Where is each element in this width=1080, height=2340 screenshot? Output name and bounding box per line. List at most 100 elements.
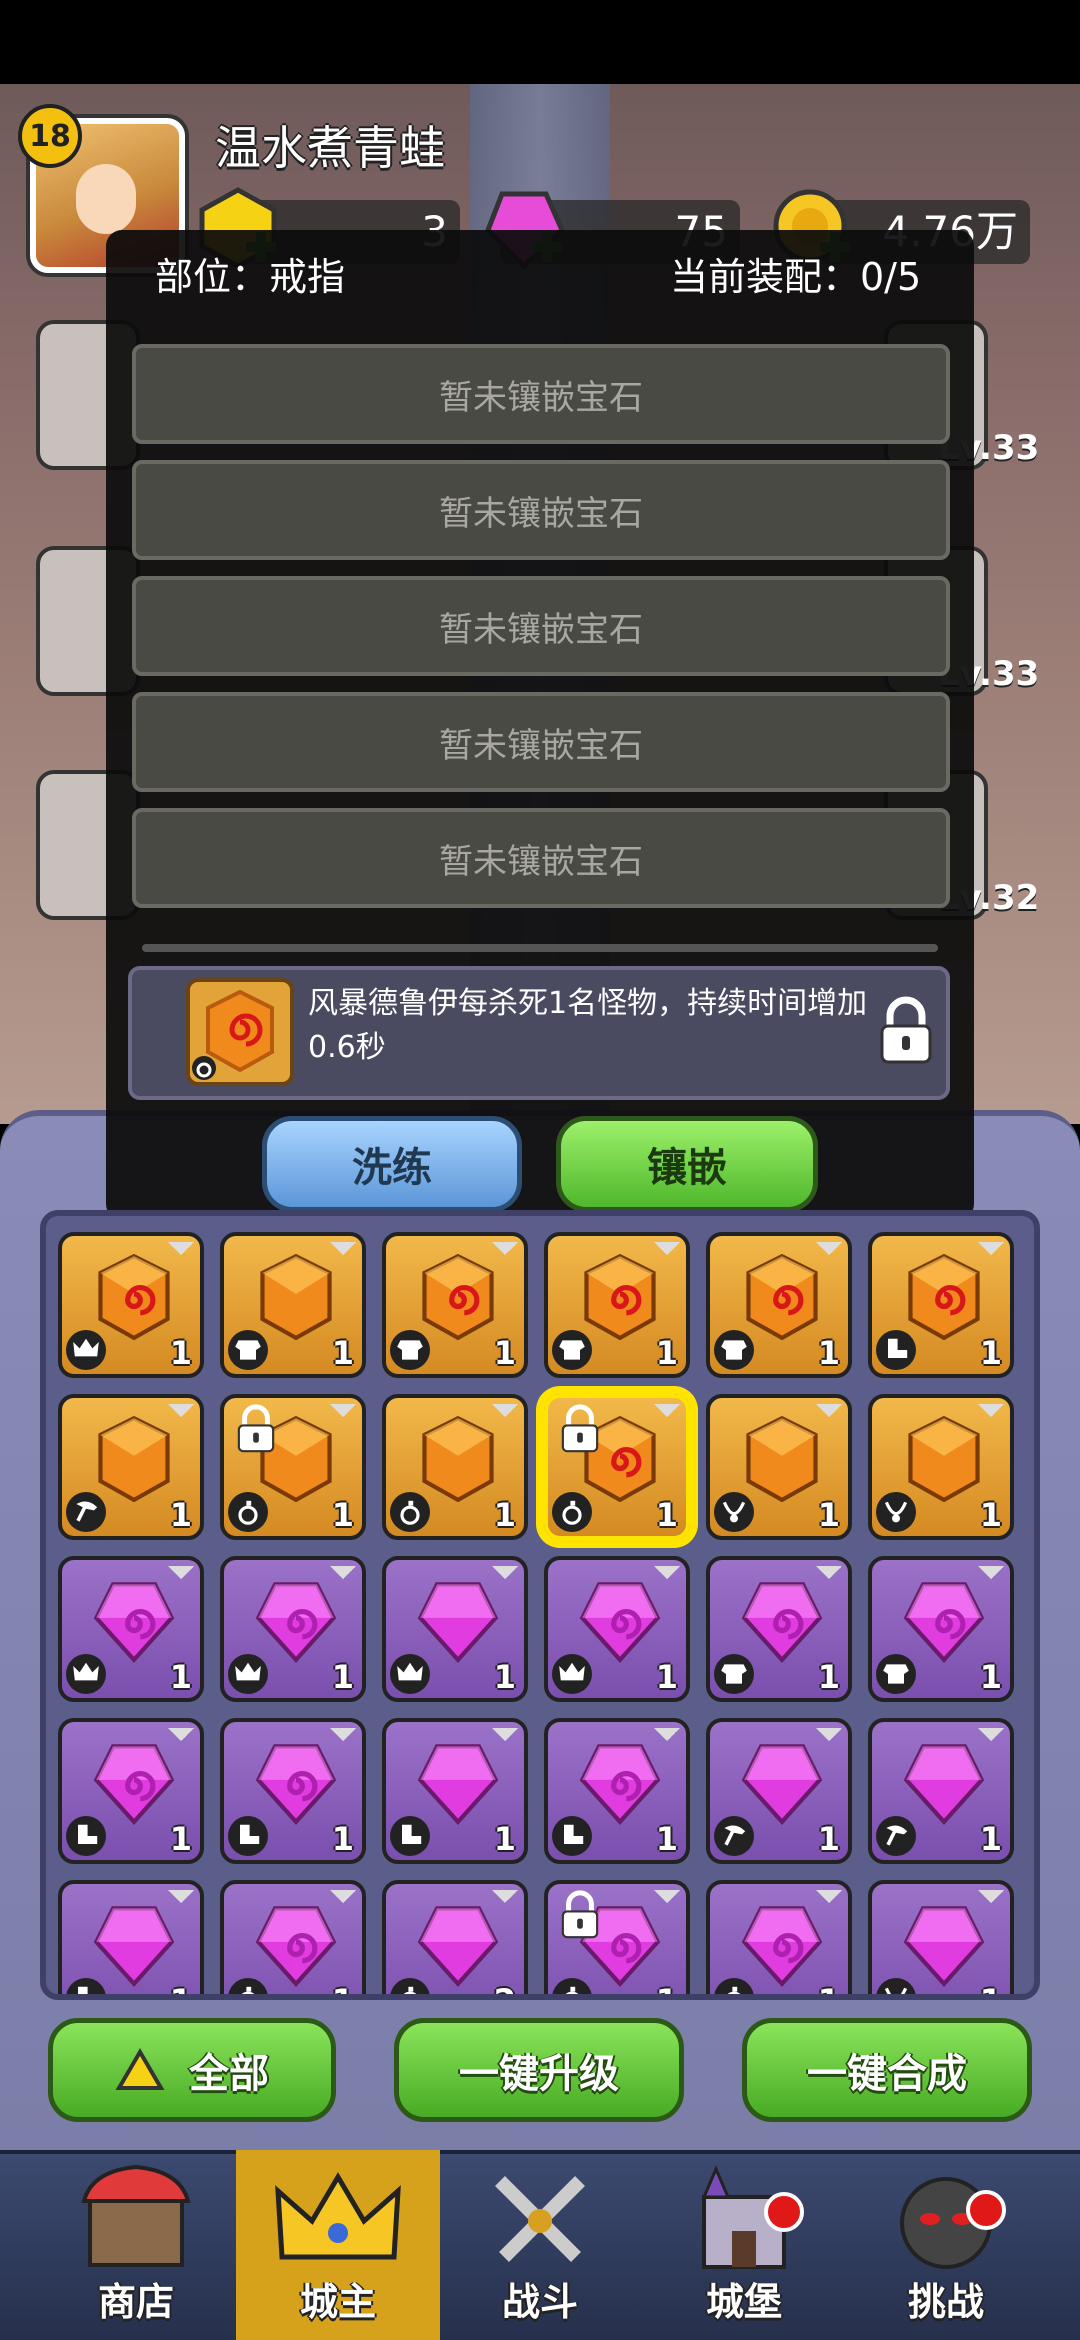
inventory-gem-cell[interactable]: 1 [58, 1394, 204, 1540]
inventory-gem-cell[interactable]: 1 [868, 1232, 1014, 1378]
inventory-gem-cell[interactable]: 1 [544, 1880, 690, 1994]
swords-icon [495, 2176, 585, 2262]
empty-gem-slot-4[interactable]: 暂未镶嵌宝石 [132, 692, 950, 792]
weapon-icon [66, 1492, 106, 1532]
lock-icon [237, 1404, 275, 1453]
necklace-icon [876, 1978, 916, 1994]
gold-gem-icon [908, 1253, 980, 1340]
refine-button[interactable]: 洗练 [262, 1116, 522, 1212]
armor-icon [552, 1330, 592, 1370]
filter-all-button[interactable]: 全部 [48, 2018, 336, 2122]
necklace-icon [714, 1492, 754, 1532]
gem-count: 1 [655, 1334, 678, 1372]
crown-icon [66, 1330, 106, 1370]
inventory-gem-cell[interactable]: 1 [220, 1880, 366, 1994]
inventory-gem-cell[interactable]: 1 [382, 1394, 528, 1540]
empty-gem-slot-1[interactable]: 暂未镶嵌宝石 [132, 344, 950, 444]
inventory-gem-cell[interactable]: 1 [58, 1718, 204, 1864]
inventory-gem-cell[interactable]: 1 [706, 1394, 852, 1540]
purple-gem-icon [741, 1582, 823, 1663]
inventory-gem-cell[interactable]: 2 [382, 1880, 528, 1994]
empty-gem-slot-3[interactable]: 暂未镶嵌宝石 [132, 576, 950, 676]
status-bar [0, 0, 1080, 84]
inventory-gem-cell[interactable]: 1 [868, 1880, 1014, 1994]
inventory-gem-cell[interactable]: 1 [868, 1718, 1014, 1864]
inventory-gem-cell[interactable]: 1 [220, 1232, 366, 1378]
inventory-gem-cell[interactable]: 1 [58, 1232, 204, 1378]
purple-gem-icon [741, 1906, 823, 1987]
nav-shop[interactable]: 商店 [56, 2150, 216, 2340]
gem-count: 1 [493, 1658, 516, 1696]
purple-gem-icon [741, 1744, 823, 1825]
gem-count: 1 [817, 1334, 840, 1372]
shop-icon [81, 2164, 191, 2267]
level-badge: 18 [18, 104, 82, 168]
inventory-gem-cell[interactable]: 1 [868, 1556, 1014, 1702]
purple-gem-icon [93, 1582, 175, 1663]
merge-all-button[interactable]: 一键合成 [742, 2018, 1032, 2122]
inventory-gem-cell[interactable]: 1 [220, 1718, 366, 1864]
gold-gem-icon [746, 1253, 818, 1340]
gem-count: 1 [493, 1334, 516, 1372]
inlay-button[interactable]: 镶嵌 [556, 1116, 818, 1212]
inventory-gem-cell[interactable]: 1 [544, 1232, 690, 1378]
inventory-gem-cell[interactable]: 1 [706, 1880, 852, 1994]
gem-count: 1 [331, 1334, 354, 1372]
inventory-gem-cell[interactable]: 1 [220, 1556, 366, 1702]
inventory-gem-cell[interactable]: 1 [706, 1232, 852, 1378]
crown-icon [275, 2172, 401, 2260]
empty-gem-slot-2[interactable]: 暂未镶嵌宝石 [132, 460, 950, 560]
inventory-gem-cell[interactable]: 1 [382, 1232, 528, 1378]
crown-icon [228, 1654, 268, 1694]
armor-icon [714, 1330, 754, 1370]
gem-count: 1 [655, 1658, 678, 1696]
necklace-icon [876, 1492, 916, 1532]
gold-gem-icon [584, 1253, 656, 1340]
nav-battle-label: 战斗 [501, 2280, 578, 2324]
ring-icon [390, 1492, 430, 1532]
filter-all-label: 全部 [189, 2051, 269, 2097]
inventory-gem-cell[interactable]: 1 [706, 1718, 852, 1864]
inventory-gem-cell[interactable]: 1 [382, 1556, 528, 1702]
modal-divider [142, 944, 938, 952]
lock-icon [561, 1890, 599, 1939]
gem-count: 1 [817, 1820, 840, 1858]
gem-count: 1 [655, 1820, 678, 1858]
nav-castle-label: 城堡 [705, 2280, 782, 2324]
nav-castle[interactable]: 城堡 [664, 2150, 824, 2340]
gem-count: 1 [979, 1658, 1002, 1696]
gold-gem-icon [908, 1415, 980, 1502]
gem-count: 1 [979, 1820, 1002, 1858]
nav-challenge-label: 挑战 [907, 2280, 984, 2324]
purple-gem-icon [255, 1582, 337, 1663]
inventory-gem-cell[interactable]: 1 [706, 1556, 852, 1702]
inventory-gem-cell[interactable]: 1 [544, 1394, 690, 1540]
inventory-gem-cell[interactable]: 1 [58, 1880, 204, 1994]
lock-icon[interactable] [876, 996, 936, 1066]
slot-label: 部位：戒指 [155, 255, 346, 299]
nav-lord[interactable]: 城主 [258, 2150, 418, 2340]
purple-gem-icon [903, 1582, 985, 1663]
boot-icon [390, 1816, 430, 1856]
gem-description-text: 风暴德鲁伊每杀死1名怪物，持续时间增加0.6秒 [308, 986, 868, 1065]
nav-challenge[interactable]: 挑战 [866, 2150, 1026, 2340]
armor-icon [228, 1330, 268, 1370]
inventory-gem-cell[interactable]: 1 [544, 1718, 690, 1864]
gold-gem-icon [422, 1253, 494, 1340]
gold-gem-icon [260, 1253, 332, 1340]
inventory-gem-cell[interactable]: 1 [868, 1394, 1014, 1540]
gem-count: 1 [331, 1658, 354, 1696]
ring-icon [228, 1978, 268, 1994]
upgrade-all-button[interactable]: 一键升级 [394, 2018, 684, 2122]
lock-icon [561, 1404, 599, 1453]
armor-icon [876, 1654, 916, 1694]
gold-gem-icon [98, 1253, 170, 1340]
crown-icon [390, 1654, 430, 1694]
inventory-gem-cell[interactable]: 1 [382, 1718, 528, 1864]
purple-gem-icon [417, 1582, 499, 1663]
inventory-gem-cell[interactable]: 1 [58, 1556, 204, 1702]
nav-battle[interactable]: 战斗 [460, 2150, 620, 2340]
inventory-gem-cell[interactable]: 1 [220, 1394, 366, 1540]
inventory-gem-cell[interactable]: 1 [544, 1556, 690, 1702]
empty-gem-slot-5[interactable]: 暂未镶嵌宝石 [132, 808, 950, 908]
